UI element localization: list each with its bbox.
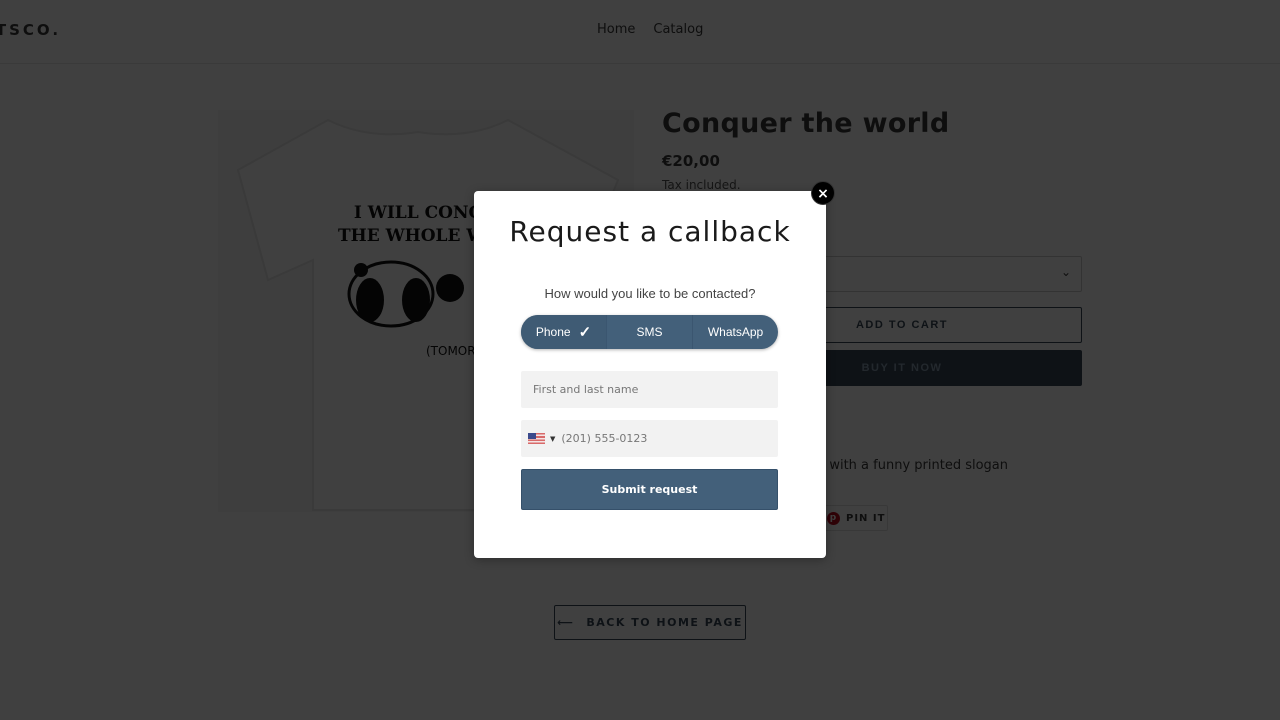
submit-request-button[interactable]: Submit request (521, 469, 778, 510)
us-flag-icon[interactable] (528, 433, 545, 444)
phone-input[interactable] (555, 420, 778, 457)
option-whatsapp[interactable]: WhatsApp (693, 315, 778, 349)
callback-modal: Request a callback How would you like to… (474, 191, 826, 558)
modal-title: Request a callback (509, 215, 791, 248)
check-icon: ✓ (578, 324, 592, 341)
close-icon[interactable]: × (811, 181, 835, 205)
option-phone[interactable]: Phone ✓ (521, 315, 607, 349)
option-sms-label: SMS (636, 325, 663, 339)
phone-field: ▼ (521, 420, 778, 457)
option-sms[interactable]: SMS (607, 315, 693, 349)
option-whatsapp-label: WhatsApp (707, 325, 764, 339)
option-phone-label: Phone (535, 325, 571, 339)
name-input[interactable] (521, 371, 778, 408)
contact-method-question: How would you like to be contacted? (544, 286, 756, 301)
contact-method-toggle: Phone ✓ SMS WhatsApp (521, 315, 778, 349)
